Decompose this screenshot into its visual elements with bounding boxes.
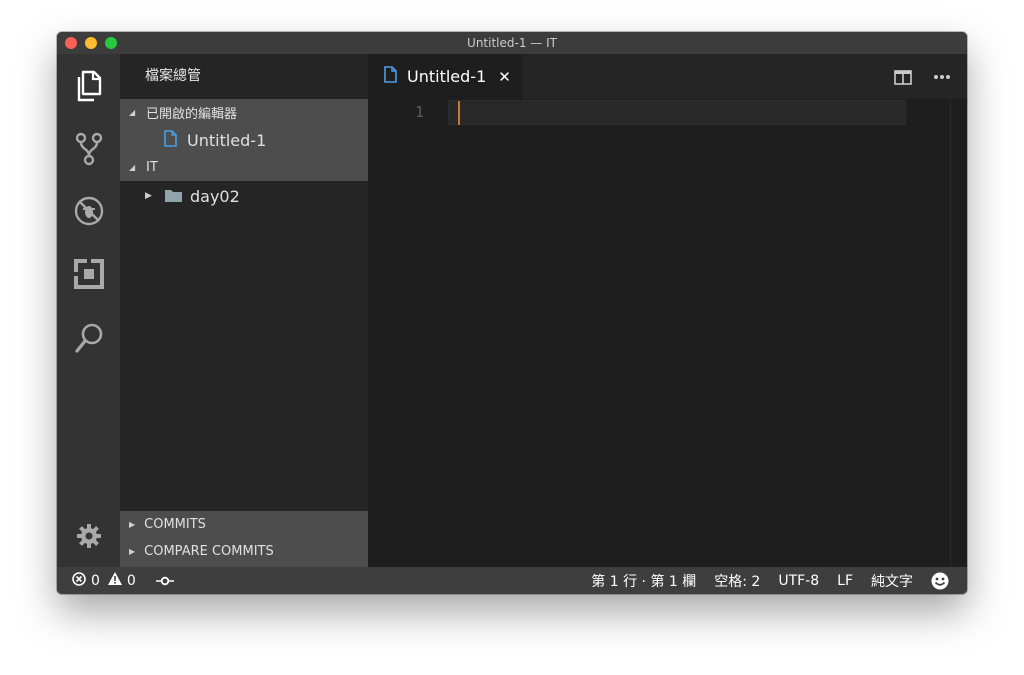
text-cursor: [458, 101, 460, 125]
minimize-window-button[interactable]: [85, 37, 97, 49]
error-icon: [72, 571, 86, 590]
tab-untitled-1[interactable]: Untitled-1 ✕: [368, 54, 522, 99]
search-icon[interactable]: [71, 320, 107, 356]
scm-sections: ▶ COMMITS ▶ COMPARE COMMITS: [120, 511, 368, 567]
folder-icon: [165, 187, 182, 206]
error-count: 0: [91, 572, 100, 589]
open-editors-label: 已開啟的編輯器: [146, 107, 238, 122]
compare-commits-label: COMPARE COMMITS: [144, 544, 274, 559]
commits-section-header[interactable]: ▶ COMMITS: [120, 511, 368, 538]
compare-commits-section-header[interactable]: ▶ COMPARE COMMITS: [120, 538, 368, 565]
workspace-header[interactable]: ◢ IT: [120, 154, 368, 181]
smiley-icon[interactable]: [931, 572, 949, 590]
tab-label: Untitled-1: [407, 67, 487, 86]
cursor-position[interactable]: 第 1 行 · 第 1 欄: [591, 571, 696, 591]
indentation-setting[interactable]: 空格: 2: [714, 571, 760, 591]
traffic-lights: [65, 37, 117, 49]
open-editor-name: Untitled-1: [187, 130, 267, 150]
warning-count: 0: [126, 572, 136, 589]
editor-tab-bar: Untitled-1 ✕: [368, 54, 967, 99]
file-icon: [164, 129, 177, 151]
collapse-triangle-icon: ◢: [129, 108, 136, 117]
collapse-triangle-icon: ◢: [129, 163, 136, 172]
open-editor-item[interactable]: Untitled-1: [120, 126, 368, 154]
expand-chevron-icon: ▶: [145, 191, 152, 201]
gear-icon[interactable]: [71, 518, 107, 554]
window-title: Untitled-1 — IT: [467, 36, 557, 50]
eol-setting[interactable]: LF: [837, 573, 853, 589]
scrollbar-track[interactable]: [950, 99, 951, 567]
close-tab-icon[interactable]: ✕: [498, 68, 511, 86]
vscode-window: Untitled-1 — IT 檔案總管 ◢ 已開啟的編輯器 Untitled-…: [57, 32, 967, 594]
debug-icon[interactable]: [71, 193, 107, 229]
status-bar-right: 第 1 行 · 第 1 欄 空格: 2 UTF-8 LF 純文字: [573, 567, 949, 594]
warning-icon: [107, 572, 122, 589]
problems-indicator[interactable]: 0 0: [72, 571, 136, 590]
explorer-sidebar: 檔案總管 ◢ 已開啟的編輯器 Untitled-1 ◢ IT ▶ day02 ▶…: [120, 54, 368, 567]
close-window-button[interactable]: [65, 37, 77, 49]
language-mode[interactable]: 純文字: [871, 571, 913, 591]
maximize-window-button[interactable]: [105, 37, 117, 49]
open-editors-header[interactable]: ◢ 已開啟的編輯器: [120, 99, 368, 126]
folder-name: day02: [190, 186, 240, 206]
git-commit-icon[interactable]: [155, 576, 174, 586]
workspace-label: IT: [146, 160, 158, 175]
encoding-setting[interactable]: UTF-8: [778, 573, 819, 589]
expand-triangle-icon: ▶: [129, 520, 136, 529]
commits-label: COMMITS: [144, 517, 206, 532]
explorer-icon[interactable]: [71, 68, 107, 104]
extensions-icon[interactable]: [71, 256, 107, 292]
more-actions-icon[interactable]: [932, 67, 952, 87]
folder-item-day02[interactable]: ▶ day02: [120, 182, 368, 210]
expand-triangle-icon: ▶: [129, 547, 136, 556]
activity-bar: [57, 54, 120, 567]
status-bar: 0 0 第 1 行 · 第 1 欄 空格: 2 UTF-8 LF 純文字: [57, 567, 967, 594]
file-icon: [384, 66, 397, 87]
editor-area[interactable]: 1: [368, 99, 967, 567]
current-line-highlight: [448, 100, 906, 125]
title-bar: Untitled-1 — IT: [57, 32, 967, 54]
line-number: 1: [415, 103, 425, 121]
sidebar-title: 檔案總管: [145, 68, 201, 84]
source-control-icon[interactable]: [71, 131, 107, 167]
split-editor-icon[interactable]: [893, 67, 913, 87]
